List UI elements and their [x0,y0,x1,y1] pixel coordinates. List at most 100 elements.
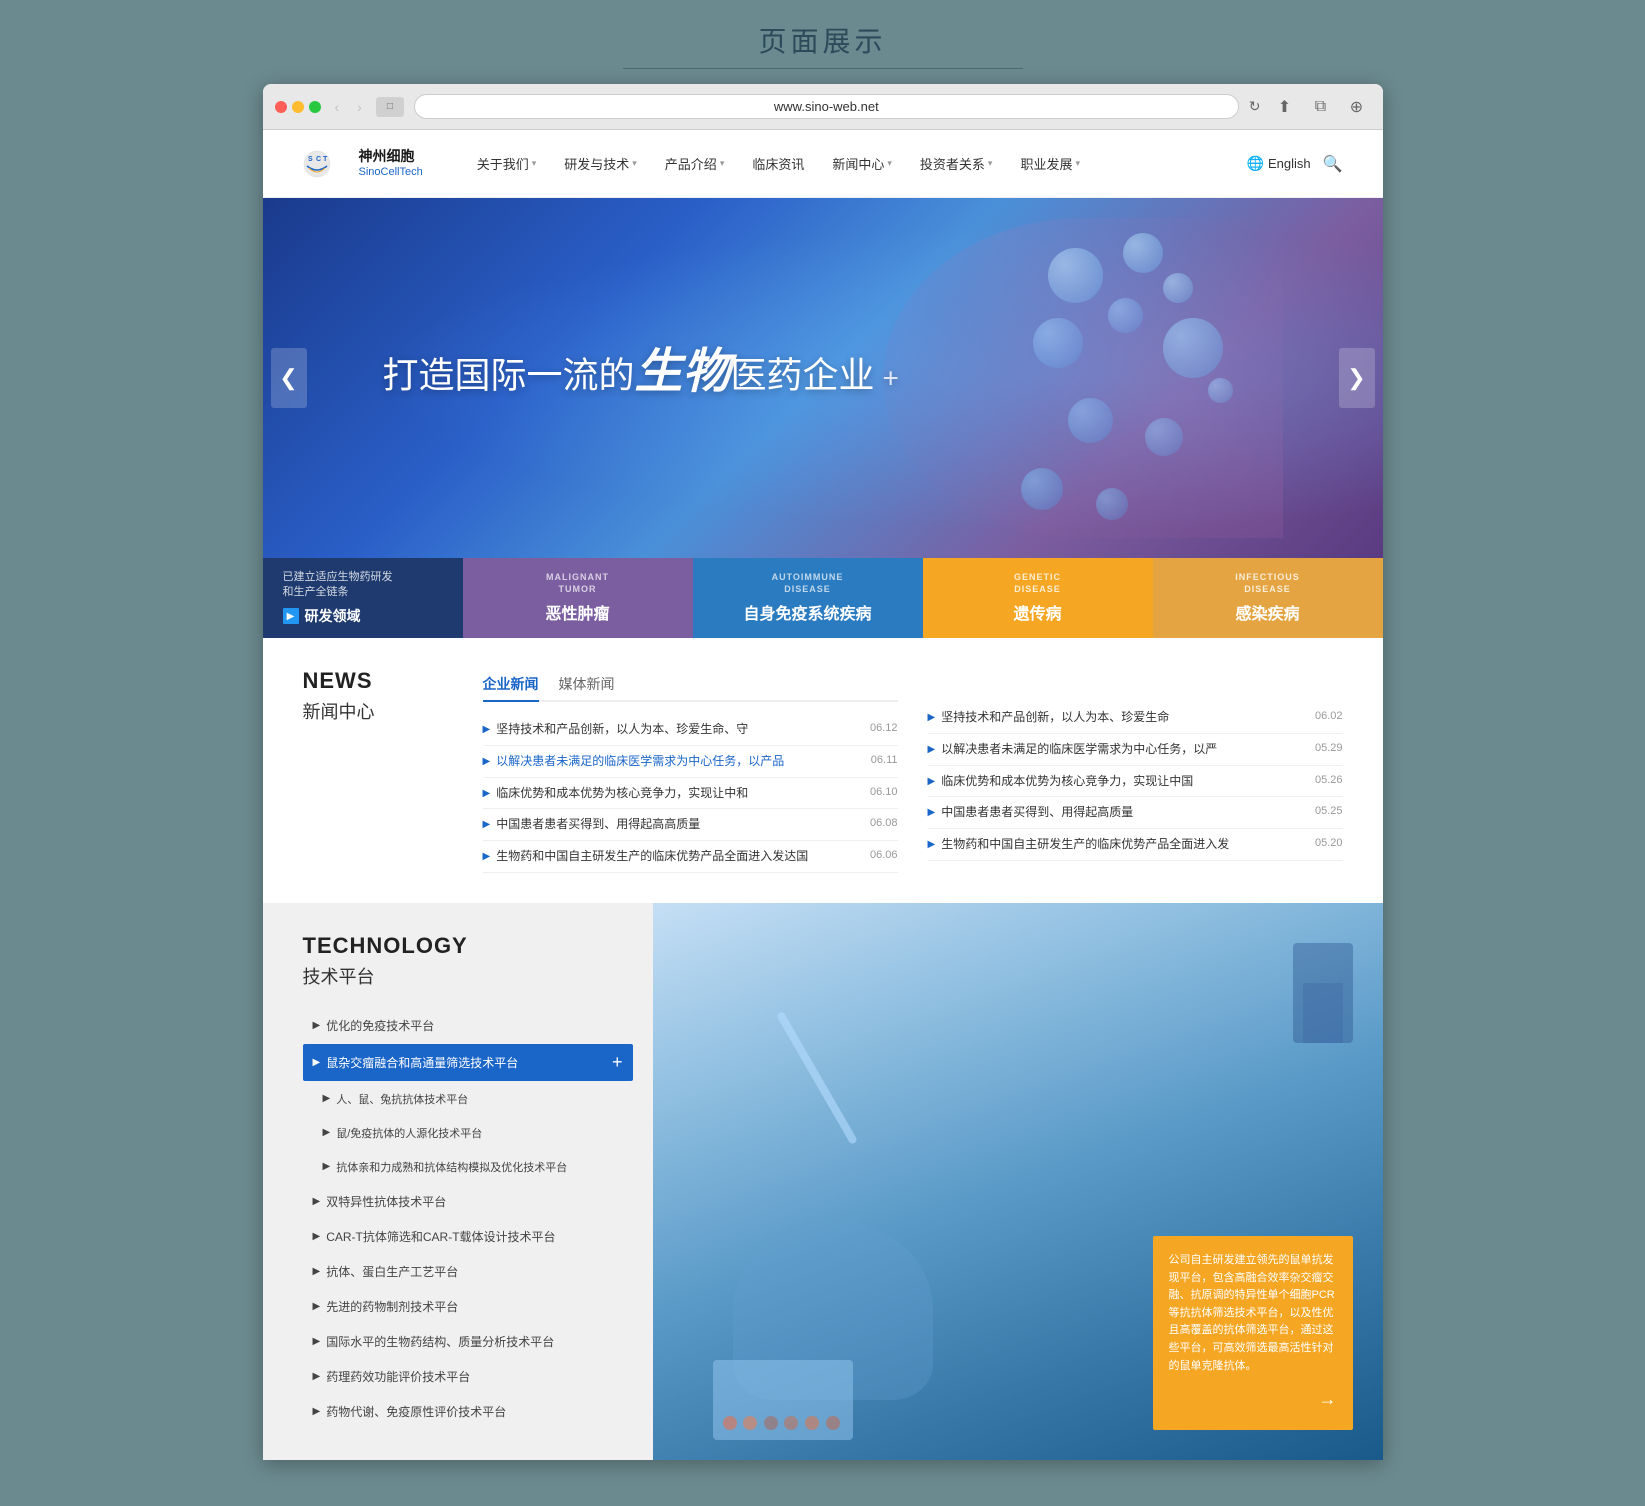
list-item[interactable]: ▶ 药理药效功能评价技术平台 [303,1360,633,1393]
nav-about[interactable]: 关于我们 ▾ [463,154,551,173]
page-title: 页面展示 [0,20,1645,60]
chevron-down-icon: ▾ [1075,158,1080,169]
list-item[interactable]: ▶ 药物代谢、免疫原性评价技术平台 [303,1395,633,1428]
language-button[interactable]: 🌐 English [1247,155,1311,172]
url-bar[interactable]: www.sino-web.net [414,94,1239,119]
nav-investors[interactable]: 投资者关系 ▾ [906,154,1007,173]
svg-text:S: S [308,156,313,163]
chevron-right-icon: ❯ [1347,365,1365,391]
arrow-right-icon: ▶ [323,1093,331,1104]
arrow-right-icon: ▶ [313,1057,321,1068]
browser-actions: ⬆ ⧉ ⊕ [1271,95,1371,119]
svg-text:C: C [316,156,321,163]
list-item[interactable]: ▶ 以解决患者未满足的临床医学需求为中心任务，以严 05.29 [928,734,1343,766]
list-item[interactable]: ▶ 以解决患者未满足的临床医学需求为中心任务，以产品 06.11 [483,746,898,778]
search-button[interactable]: 🔍 [1323,154,1343,174]
arrow-right-icon: ▶ [313,1231,321,1242]
arrow-right-icon: ▶ [928,744,936,755]
list-item[interactable]: ▶ 双特异性抗体技术平台 [303,1185,633,1218]
arrow-right-icon: ▶ [483,851,491,862]
header-right: 🌐 English 🔍 [1247,154,1343,174]
nav-careers[interactable]: 职业发展 ▾ [1006,154,1094,173]
hero-title: 打造国际一流的生物医药企业+ [383,343,899,401]
research-area-tumor[interactable]: MALIGNANTTUMOR 恶性肿瘤 [463,558,693,638]
back-button[interactable]: ‹ [331,97,344,117]
arrow-right-icon: ▶ [313,1266,321,1277]
arrow-right-icon: ▶ [928,839,936,850]
browser-window: ‹ › □ www.sino-web.net ↻ ⬆ ⧉ ⊕ S C T 神州细… [263,84,1383,1460]
list-item[interactable]: ▶ 生物药和中国自主研发生产的临床优势产品全面进入发达国 06.06 [483,841,898,873]
research-area-autoimmune[interactable]: AUTOIMMUNEDISEASE 自身免疫系统疾病 [693,558,923,638]
research-bar: 已建立适应生物药研发和生产全链条 ▶ 研发领域 MALIGNANTTUMOR 恶… [263,558,1383,638]
news-section: NEWS 新闻中心 企业新闻 媒体新闻 ▶ 坚持技术和产品创新，以人为本、珍爱生… [263,638,1383,903]
research-area-infectious[interactable]: INFECTIOUSDISEASE 感染疾病 [1153,558,1383,638]
tab-icon: □ [376,97,404,117]
tab-enterprise-news[interactable]: 企业新闻 [483,668,539,702]
tab-media-news[interactable]: 媒体新闻 [559,668,615,702]
nav-rd[interactable]: 研发与技术 ▾ [550,154,651,173]
news-column-left: 企业新闻 媒体新闻 ▶ 坚持技术和产品创新，以人为本、珍爱生命、守 06.12 … [483,668,898,873]
news-tabs: 企业新闻 媒体新闻 [483,668,898,702]
research-label: ▶ 研发领域 [283,606,443,626]
forward-button[interactable]: › [353,97,366,117]
arrow-right-icon: ▶ [483,819,491,830]
list-item[interactable]: ▶ 国际水平的生物药结构、质量分析技术平台 [303,1325,633,1358]
maximize-button[interactable] [309,101,321,113]
list-item[interactable]: ▶ 生物药和中国自主研发生产的临床优势产品全面进入发 05.20 [928,829,1343,861]
share-button[interactable]: ⬆ [1271,95,1299,119]
browser-chrome: ‹ › □ www.sino-web.net ↻ ⬆ ⧉ ⊕ [263,84,1383,130]
title-divider [623,68,1023,69]
refresh-icon[interactable]: ↻ [1249,98,1261,115]
arrow-right-icon: ▶ [313,1371,321,1382]
tech-list: ▶ 优化的免疫技术平台 ▶ 鼠杂交瘤融合和高通量筛选技术平台 + ▶ 人、鼠、兔… [303,1009,633,1428]
chevron-down-icon: ▾ [887,158,892,169]
arrow-right-icon: ▶ [323,1161,331,1172]
logo-text: 神州细胞 SinoCellTech [359,147,423,179]
nav-news[interactable]: 新闻中心 ▾ [818,154,906,173]
close-button[interactable] [275,101,287,113]
list-item[interactable]: ▶ 临床优势和成本优势为核心竞争力，实现让中和 06.10 [483,778,898,810]
minimize-button[interactable] [292,101,304,113]
research-areas: MALIGNANTTUMOR 恶性肿瘤 AUTOIMMUNEDISEASE 自身… [463,558,1383,638]
nav-products[interactable]: 产品介绍 ▾ [651,154,739,173]
list-item[interactable]: ▶ 临床优势和成本优势为核心竞争力，实现让中国 05.26 [928,766,1343,798]
list-item[interactable]: ▶ 中国患者患者买得到、用得起高高质量 06.08 [483,809,898,841]
list-item[interactable]: ▶ 优化的免疫技术平台 [303,1009,633,1042]
chevron-down-icon: ▾ [632,158,637,169]
arrow-right-icon: ▶ [483,788,491,799]
arrow-right-icon: ▶ [313,1336,321,1347]
list-item-active[interactable]: ▶ 鼠杂交瘤融合和高通量筛选技术平台 + [303,1044,633,1081]
globe-icon: 🌐 [1247,155,1264,172]
list-item[interactable]: ▶ 鼠/免疫抗体的人源化技术平台 [303,1117,633,1149]
site-header: S C T 神州细胞 SinoCellTech 关于我们 ▾ 研发与技术 ▾ 产… [263,130,1383,198]
arrow-right-icon: ▶ [928,807,936,818]
list-item[interactable]: ▶ 坚持技术和产品创新，以人为本、珍爱生命 06.02 [928,702,1343,734]
news-list-right: ▶ 坚持技术和产品创新，以人为本、珍爱生命 06.02 ▶ 以解决患者未满足的临… [928,702,1343,861]
list-item[interactable]: ▶ 坚持技术和产品创新，以人为本、珍爱生命、守 06.12 [483,714,898,746]
list-item[interactable]: ▶ 抗体亲和力成熟和抗体结构模拟及优化技术平台 [303,1151,633,1183]
hero-prev-button[interactable]: ❮ [271,348,307,408]
list-item[interactable]: ▶ 人、鼠、兔抗抗体技术平台 [303,1083,633,1115]
tech-section: TECHNOLOGY 技术平台 ▶ 优化的免疫技术平台 ▶ 鼠杂交瘤融合和高通量… [263,903,1383,1460]
list-item[interactable]: ▶ 抗体、蛋白生产工艺平台 [303,1255,633,1288]
list-item[interactable]: ▶ 先进的药物制剂技术平台 [303,1290,633,1323]
news-list-left: ▶ 坚持技术和产品创新，以人为本、珍爱生命、守 06.12 ▶ 以解决患者未满足… [483,714,898,873]
list-item[interactable]: ▶ CAR-T抗体筛选和CAR-T载体设计技术平台 [303,1220,633,1253]
research-area-genetic[interactable]: GENETICDISEASE 遗传病 [923,558,1153,638]
list-item[interactable]: ▶ 中国患者患者买得到、用得起高质量 05.25 [928,797,1343,829]
arrow-right-icon: ▶ [323,1127,331,1138]
extensions-button[interactable]: ⊕ [1343,95,1371,119]
arrow-right-icon: ▶ [283,608,299,624]
search-icon: 🔍 [1323,156,1343,173]
plus-icon: + [612,1052,623,1073]
news-header: NEWS 新闻中心 [303,668,443,873]
nav-clinical[interactable]: 临床资讯 [738,154,818,173]
new-tab-button[interactable]: ⧉ [1307,95,1335,119]
hero-next-button[interactable]: ❯ [1339,348,1375,408]
window-controls [275,101,321,113]
logo-icon: S C T [303,146,351,182]
chevron-down-icon: ▾ [720,158,725,169]
page-title-section: 页面展示 [0,0,1645,84]
logo-area[interactable]: S C T 神州细胞 SinoCellTech [303,146,423,182]
hero-banner: 打造国际一流的生物医药企业+ ❮ ❯ [263,198,1383,558]
